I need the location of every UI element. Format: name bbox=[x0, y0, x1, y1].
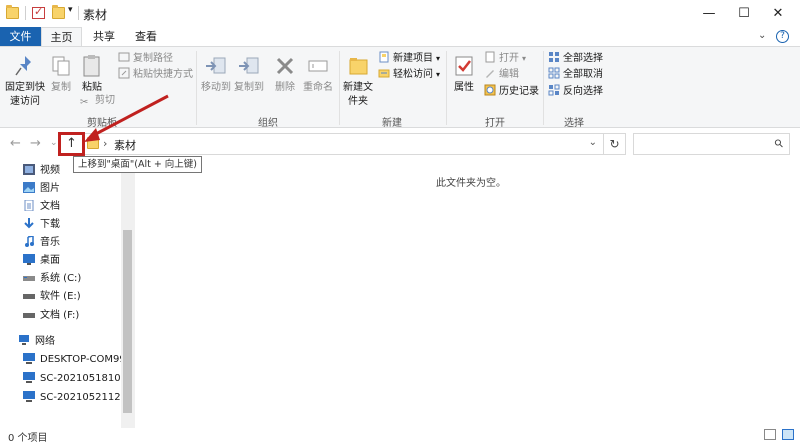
annotation-arrow-head bbox=[84, 128, 100, 142]
up-button-tooltip: 上移到"桌面"(Alt + 向上键) bbox=[73, 156, 203, 173]
annotation-arrow-line bbox=[91, 94, 169, 138]
up-button-highlight bbox=[58, 132, 85, 156]
annotation-overlay bbox=[84, 94, 169, 142]
